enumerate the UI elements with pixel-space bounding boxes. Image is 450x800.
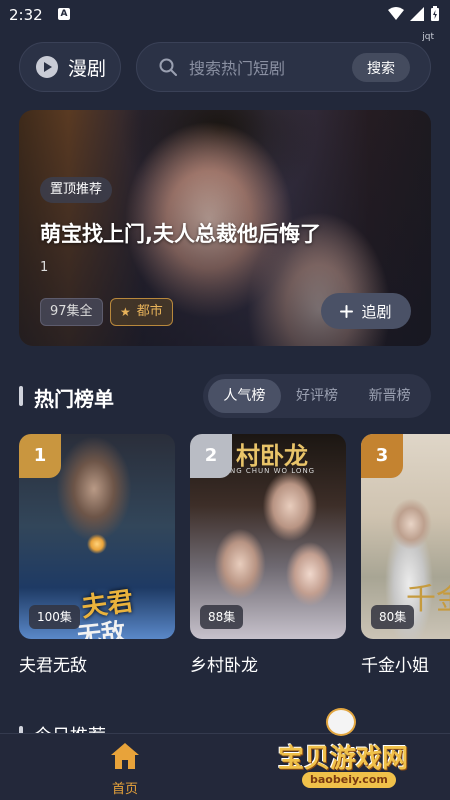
notification-icon: A (58, 8, 70, 20)
ranking-card[interactable]: 千金 3 80集 千金小姐 (361, 434, 450, 676)
search-icon (159, 58, 177, 76)
poster-image: 夫君 无敌 1 100集 (19, 434, 175, 639)
drama-label: 漫剧 (68, 57, 107, 80)
section-marker (19, 386, 23, 406)
poster-title-art: 无敌 (75, 617, 127, 639)
ranking-card[interactable]: 夫君 无敌 1 100集 夫君无敌 (19, 434, 175, 676)
pinned-tag: 置顶推荐 (40, 177, 113, 203)
home-icon (111, 743, 139, 769)
genre-badge: ★ 都市 (110, 298, 173, 326)
banner-title: 萌宝找上门,夫人总裁他后悔了 (40, 222, 321, 246)
follow-button[interactable]: 追剧 (321, 293, 411, 329)
tab-new[interactable]: 新晋榜 (353, 379, 426, 413)
search-input[interactable] (189, 55, 349, 81)
genre-label: 都市 (136, 304, 163, 319)
poster-title-art: 村卧龙 (236, 442, 308, 470)
rank-badge: 3 (361, 434, 403, 478)
status-bar: 2:32 A (0, 0, 450, 30)
watermark-logo-icon (326, 708, 356, 736)
hot-ranking-header: 热门榜单 人气榜 好评榜 新晋榜 (19, 374, 431, 418)
watermark-url: baobeiy.com (302, 772, 396, 788)
card-title: 乡村卧龙 (190, 656, 258, 676)
star-icon: ★ (120, 305, 131, 319)
episode-badge: 100集 (29, 605, 80, 629)
wifi-icon (388, 7, 404, 20)
banner-description: 1 (40, 260, 49, 275)
card-title: 千金小姐 (361, 656, 429, 676)
search-bar[interactable]: 搜索 (136, 42, 431, 92)
rank-badge: 2 (190, 434, 232, 478)
episode-badge: 88集 (200, 605, 244, 629)
tab-popular[interactable]: 人气榜 (208, 379, 281, 413)
header: 漫剧 搜索 (0, 42, 450, 92)
episode-badge: 80集 (371, 605, 415, 629)
ranking-tabs: 人气榜 好评榜 新晋榜 (203, 374, 431, 418)
card-title: 夫君无敌 (19, 656, 87, 676)
nav-home-label: 首页 (111, 782, 138, 797)
search-button[interactable]: 搜索 (352, 53, 410, 82)
battery-icon (431, 6, 439, 21)
nav-home[interactable]: 首页 (103, 742, 147, 797)
poster-image: 村卧龙 NG CHUN WO LONG 2 88集 (190, 434, 346, 639)
follow-label: 追剧 (361, 302, 392, 321)
status-time: 2:32 (9, 6, 43, 24)
signal-icon (410, 7, 424, 21)
poster-subtitle-art: NG CHUN WO LONG (230, 467, 316, 475)
drama-button[interactable]: 漫剧 (19, 42, 121, 92)
site-watermark: 宝贝游戏网 baobeiy.com (272, 708, 432, 798)
featured-banner[interactable]: 置顶推荐 萌宝找上门,夫人总裁他后悔了 1 97集全 ★ 都市 追剧 (19, 110, 431, 346)
play-icon (36, 56, 58, 78)
status-icons (388, 6, 440, 22)
episode-count-badge: 97集全 (40, 298, 103, 326)
carrier-label: jqt (422, 32, 434, 42)
section-title: 热门榜单 (34, 387, 114, 411)
ranking-card[interactable]: 村卧龙 NG CHUN WO LONG 2 88集 乡村卧龙 (190, 434, 346, 676)
plus-icon (340, 304, 354, 318)
watermark-text: 宝贝游戏网 (278, 744, 409, 774)
rank-badge: 1 (19, 434, 61, 478)
tab-top-rated[interactable]: 好评榜 (281, 379, 354, 413)
poster-image: 千金 3 80集 (361, 434, 450, 639)
ranking-list: 夫君 无敌 1 100集 夫君无敌 村卧龙 NG CHUN WO LONG 2 … (19, 434, 450, 684)
